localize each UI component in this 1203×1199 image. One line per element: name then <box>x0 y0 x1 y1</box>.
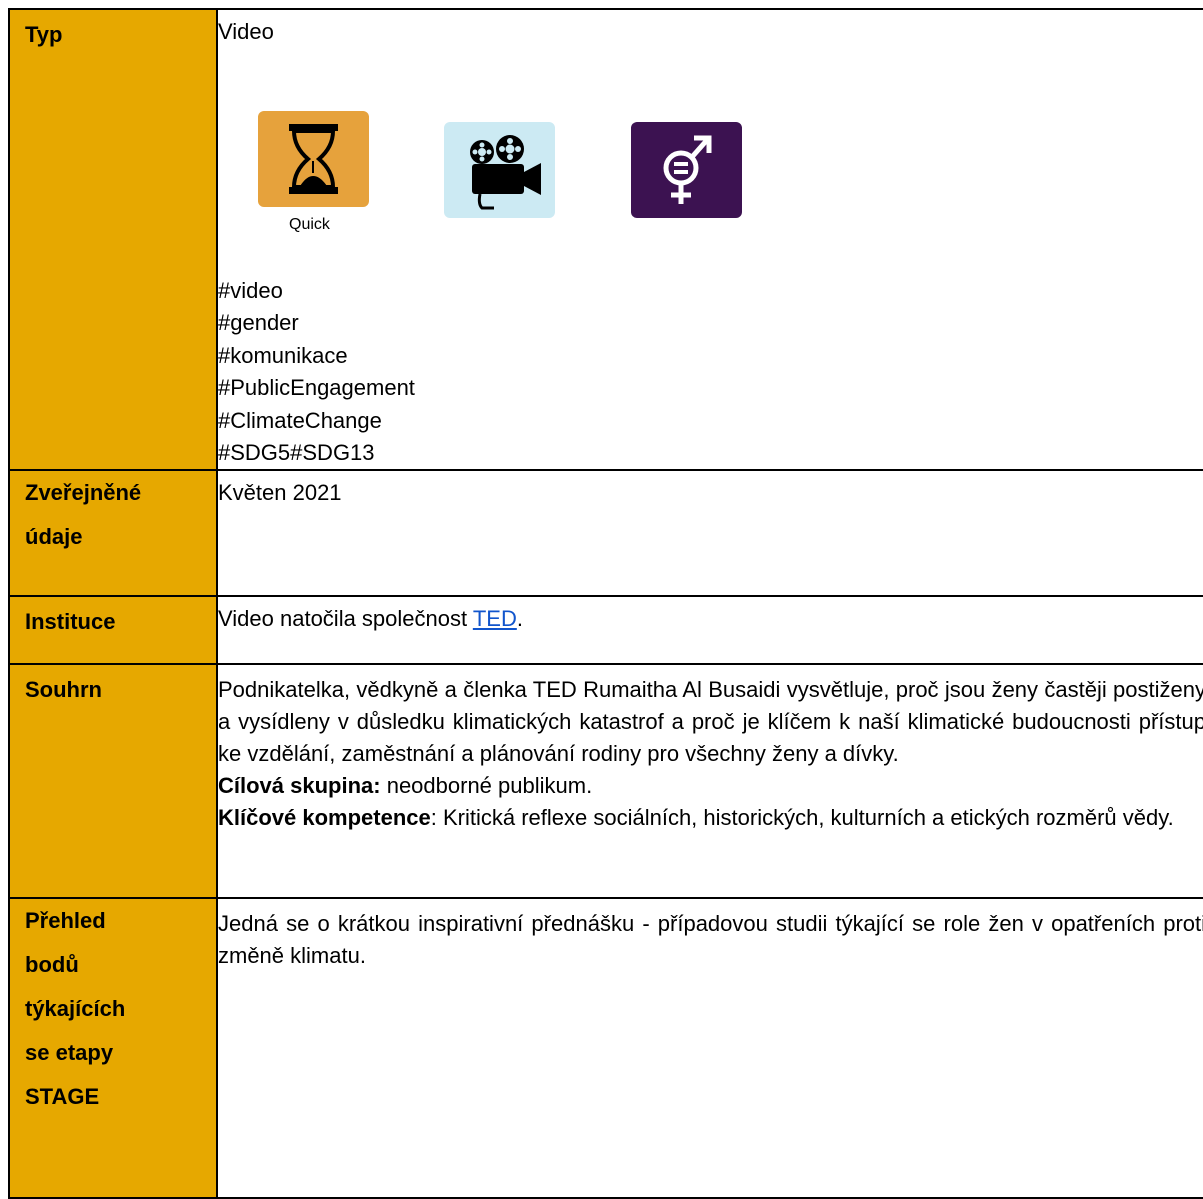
key-competences: Klíčové kompetence: Kritická reflexe soc… <box>218 805 1174 831</box>
label-cell-published: Zveřejněné údaje <box>8 469 218 598</box>
institution-text: Video natočila společnost TED. <box>218 606 523 632</box>
label-typ: Typ <box>25 22 63 47</box>
value-cell-published: Květen 2021 <box>216 469 1203 598</box>
value-cell-institution: Video natočila společnost TED. <box>216 595 1203 666</box>
row-institution: Instituce Video natočila společnost TED. <box>8 595 1203 666</box>
row-published: Zveřejněné údaje Květen 2021 <box>8 469 1203 598</box>
gender-equality-icon <box>631 122 742 218</box>
label-summary: Souhrn <box>25 677 102 703</box>
row-overview: Přehled bodů týkajících se etapy STAGE J… <box>8 897 1203 1199</box>
row-typ: Typ Video Quick #video #gender #komunika… <box>8 7 1203 472</box>
published-date: Květen 2021 <box>218 480 342 506</box>
tag-item: #komunikace <box>218 342 348 368</box>
label-institution: Instituce <box>25 609 116 635</box>
hourglass-icon <box>258 111 369 207</box>
label-cell-typ: Typ <box>8 7 218 472</box>
quick-label: Quick <box>289 216 330 233</box>
target-audience: Cílová skupina: neodborné publikum. <box>218 773 593 799</box>
row-summary: Souhrn Podnikatelka, vědkyně a členka TE… <box>8 663 1203 900</box>
label-published: Zveřejněné údaje <box>25 480 142 550</box>
value-cell-overview: Jedná se o krátkou inspirativní přednášk… <box>216 897 1203 1199</box>
label-cell-overview: Přehled bodů týkajících se etapy STAGE <box>8 897 218 1199</box>
tag-item: #gender <box>218 310 299 336</box>
icon-row: Quick <box>218 45 1203 245</box>
tag-item: #PublicEngagement <box>218 375 415 401</box>
label-overview: Přehled bodů týkajících se etapy STAGE <box>25 908 126 1110</box>
tag-list: #video #gender #komunikace #PublicEngage… <box>218 275 1203 469</box>
label-cell-summary: Souhrn <box>8 663 218 900</box>
resource-table: Typ Video Quick #video #gender #komunika… <box>8 7 1203 1199</box>
type-value: Video <box>218 19 274 44</box>
overview-text: Jedná se o krátkou inspirativní přednášk… <box>218 911 1203 969</box>
summary-paragraph: Podnikatelka, vědkyně a členka TED Rumai… <box>218 677 1203 767</box>
value-cell-summary: Podnikatelka, vědkyně a členka TED Rumai… <box>216 663 1203 900</box>
film-camera-icon <box>444 122 555 218</box>
tag-item: #ClimateChange <box>218 407 382 433</box>
tag-item: #video <box>218 278 283 303</box>
label-cell-institution: Instituce <box>8 595 218 666</box>
tag-item: #SDG5#SDG13 <box>218 440 375 466</box>
value-cell-typ: Video Quick #video #gender #komunikace #… <box>216 7 1203 472</box>
ted-link[interactable]: TED <box>473 606 517 631</box>
